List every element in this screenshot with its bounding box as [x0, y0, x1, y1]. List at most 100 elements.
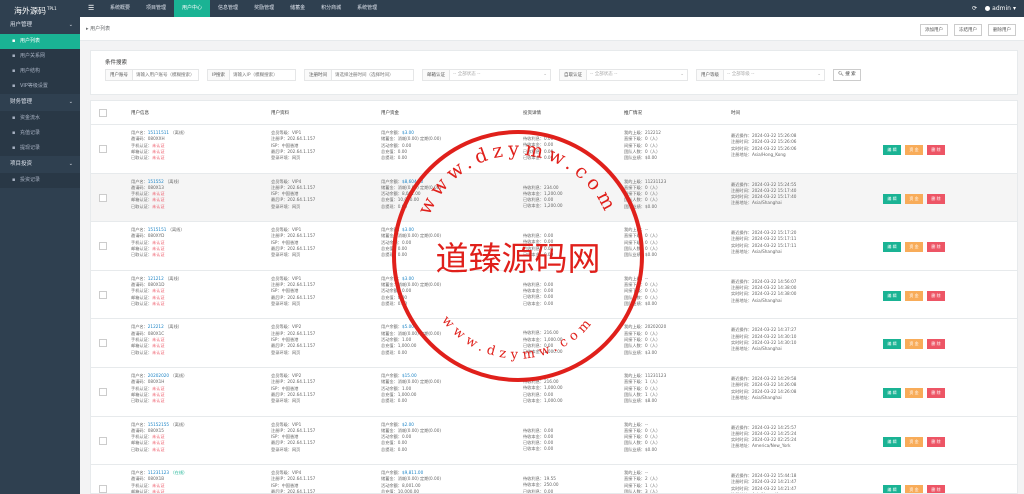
delete-button[interactable]: 删 除: [927, 290, 945, 301]
delete-user-button[interactable]: 删除用户: [988, 24, 1016, 36]
edit-button[interactable]: 编 辑: [883, 290, 901, 301]
edit-button[interactable]: 编 辑: [883, 193, 901, 204]
sidebar-group-label: 用户管理: [10, 22, 33, 28]
edit-button[interactable]: 编 辑: [883, 485, 901, 493]
username-link[interactable]: 11231123: [148, 470, 169, 475]
sidebar-group-label: 项目投资: [10, 161, 33, 167]
time-cell: 最近操作：2024-03-22 14:29:58 注册时间：2024-03-22 …: [731, 375, 797, 400]
row-checkbox[interactable]: [99, 242, 107, 251]
edit-button[interactable]: 编 辑: [883, 242, 901, 253]
add-user-button[interactable]: 添加用户: [920, 24, 948, 36]
user-fund-cell: 用户余额：$3.00 储蓄金：消耗(0.00) 定期(0.00) 活动余额：0.00…: [381, 275, 442, 306]
edit-button[interactable]: 编 辑: [883, 145, 901, 155]
row-checkbox[interactable]: [99, 485, 107, 493]
sidebar-item[interactable]: ▪ 资金流水: [0, 111, 80, 126]
sidebar-group[interactable]: 用户管理 ⌄: [0, 17, 80, 34]
sidebar-item-label: 充值记录: [20, 130, 41, 136]
freeze-user-button[interactable]: 冻结用户: [954, 24, 982, 36]
menu-item-icon: ▪: [12, 68, 16, 74]
fund-button[interactable]: 资 金: [905, 290, 923, 301]
username-link[interactable]: 121212: [148, 276, 164, 281]
row-checkbox[interactable]: [99, 290, 107, 299]
nav-item[interactable]: 系统管理: [349, 0, 385, 17]
nav-item[interactable]: 系统概要: [102, 0, 138, 17]
user-fund-cell: 用户余额：$5.00 储蓄金：消耗(0.00) 定期(0.00) 活动余额：1.00…: [381, 324, 442, 355]
nav-item[interactable]: 储蓄金: [282, 0, 313, 17]
username-link[interactable]: 20202020: [148, 373, 169, 378]
menu-item-icon: ▪: [12, 145, 16, 151]
time-cell: 最近操作：2024-03-22 14:25:57 注册时间：2024-03-22 …: [731, 424, 797, 449]
inviter-select[interactable]: -- 全部状态 -- ⌄: [586, 69, 689, 81]
edit-button[interactable]: 编 辑: [883, 436, 901, 447]
chevron-down-icon: ⌄: [680, 72, 685, 77]
sidebar-item[interactable]: ▪ 提现记录: [0, 141, 80, 156]
user-info-cell: 用户名：151552 （离线） 邀请码：080X13 手机认证：未认证 邮箱认证：未认…: [131, 178, 182, 209]
select-all-checkbox[interactable]: [99, 109, 107, 117]
user-menu[interactable]: admin ▾: [985, 5, 1016, 12]
sidebar-item[interactable]: ▪ 充值记录: [0, 126, 80, 141]
nav-item[interactable]: 项目管理: [138, 0, 174, 17]
brand-logo[interactable]: 海外源码TPL1: [0, 0, 80, 17]
table-row: 用户名：121212 （离线） 邀请码：080X1D 手机认证：未认证 邮箱认证：未认…: [91, 271, 1017, 320]
fund-button[interactable]: 资 金: [905, 485, 923, 493]
table-row: 用户名：15111511 （离线） 邀请码：080XXH 手机认证：未认证 邮箱认证：…: [91, 125, 1017, 174]
table-row: 用户名：151552 （离线） 邀请码：080X13 手机认证：未认证 邮箱认证：未认…: [91, 173, 1017, 223]
email-select[interactable]: -- 全部状态 -- ⌄: [449, 69, 552, 81]
fund-button[interactable]: 资 金: [905, 145, 923, 155]
sidebar-item[interactable]: ▪ VIP等级设置: [0, 79, 80, 94]
delete-button[interactable]: 删 除: [927, 145, 945, 155]
promotion-cell: 我的上级：20202020 直接下级：0（人） 间接下级：0（人） 团队人数：0（人）…: [624, 324, 667, 355]
username-link[interactable]: 15111511: [148, 130, 169, 135]
col-header: 用户信息: [131, 111, 149, 116]
menu-toggle-icon[interactable]: ☰: [88, 0, 94, 17]
user-info-cell: 用户名：1515151 （离线） 邀请码：080XYD 手机认证：未认证 邮箱认证：未…: [131, 227, 185, 258]
sidebar-item[interactable]: ▪ 用户结构: [0, 64, 80, 79]
user-fund-cell: 用户余额：$3.00 储蓄金：消耗(0.00) 定期(0.00) 活动余额：0.00…: [381, 227, 442, 258]
username-link[interactable]: 1515151: [148, 227, 167, 232]
nav-item[interactable]: 信息管理: [210, 0, 246, 17]
search-button[interactable]: 🔍︎ 搜 索: [833, 69, 861, 81]
fund-button[interactable]: 资 金: [905, 387, 923, 398]
user-profile-cell: 会员等级：VIP1 注册IP：202.64.1.157 ISP：中国香港 最后IP：2…: [271, 421, 316, 452]
sidebar-item[interactable]: ▪ 用户关系网: [0, 49, 80, 64]
user-profile-cell: 会员等级：VIP4 注册IP：202.64.1.157 ISP：中国香港 最后IP：2…: [271, 178, 316, 209]
sidebar-group[interactable]: 财务管理 ⌄: [0, 94, 80, 111]
fund-button[interactable]: 资 金: [905, 193, 923, 204]
row-checkbox[interactable]: [99, 339, 107, 348]
menu-item-icon: ▪: [12, 83, 16, 89]
account-label: 用户账号: [105, 69, 132, 81]
username-link[interactable]: 151552: [148, 179, 164, 184]
nav-item[interactable]: 奖励管理: [246, 0, 282, 17]
breadcrumb[interactable]: ▸ 用户列表: [86, 25, 110, 32]
delete-button[interactable]: 删 除: [927, 436, 945, 447]
col-header: 用户资金: [381, 111, 399, 116]
ip-input[interactable]: [229, 69, 297, 81]
user-info-cell: 用户名：212212 （离线） 邀请码：080X1C 手机认证：未认证 邮箱认证：未认…: [131, 324, 182, 355]
nav-item[interactable]: 用户中心: [174, 0, 211, 17]
edit-button[interactable]: 编 辑: [883, 387, 901, 398]
fund-button[interactable]: 资 金: [905, 436, 923, 447]
delete-button[interactable]: 删 除: [927, 387, 945, 398]
delete-button[interactable]: 删 除: [927, 193, 945, 204]
username-link[interactable]: 212212: [148, 324, 164, 329]
delete-button[interactable]: 删 除: [927, 242, 945, 253]
sidebar-item[interactable]: ▪ 用户列表: [0, 34, 80, 49]
row-checkbox[interactable]: [99, 436, 107, 445]
row-checkbox[interactable]: [99, 145, 107, 153]
account-input[interactable]: [132, 69, 199, 81]
edit-button[interactable]: 编 辑: [883, 339, 901, 350]
time-input[interactable]: [331, 69, 415, 81]
username-link[interactable]: 15152155: [148, 422, 169, 427]
fund-button[interactable]: 资 金: [905, 242, 923, 253]
delete-button[interactable]: 删 除: [927, 485, 945, 493]
sidebar-group[interactable]: 项目投资 ⌄: [0, 156, 80, 173]
row-checkbox[interactable]: [99, 193, 107, 202]
level-select[interactable]: -- 全部等级 -- ⌄: [723, 69, 826, 81]
menu-item-icon: ▪: [12, 130, 16, 136]
refresh-icon[interactable]: ⟳: [972, 5, 977, 12]
fund-button[interactable]: 资 金: [905, 339, 923, 350]
nav-item[interactable]: 积分商城: [313, 0, 349, 17]
delete-button[interactable]: 删 除: [927, 339, 945, 350]
sidebar-item[interactable]: ▪ 投资记录: [0, 173, 80, 188]
row-checkbox[interactable]: [99, 387, 107, 396]
